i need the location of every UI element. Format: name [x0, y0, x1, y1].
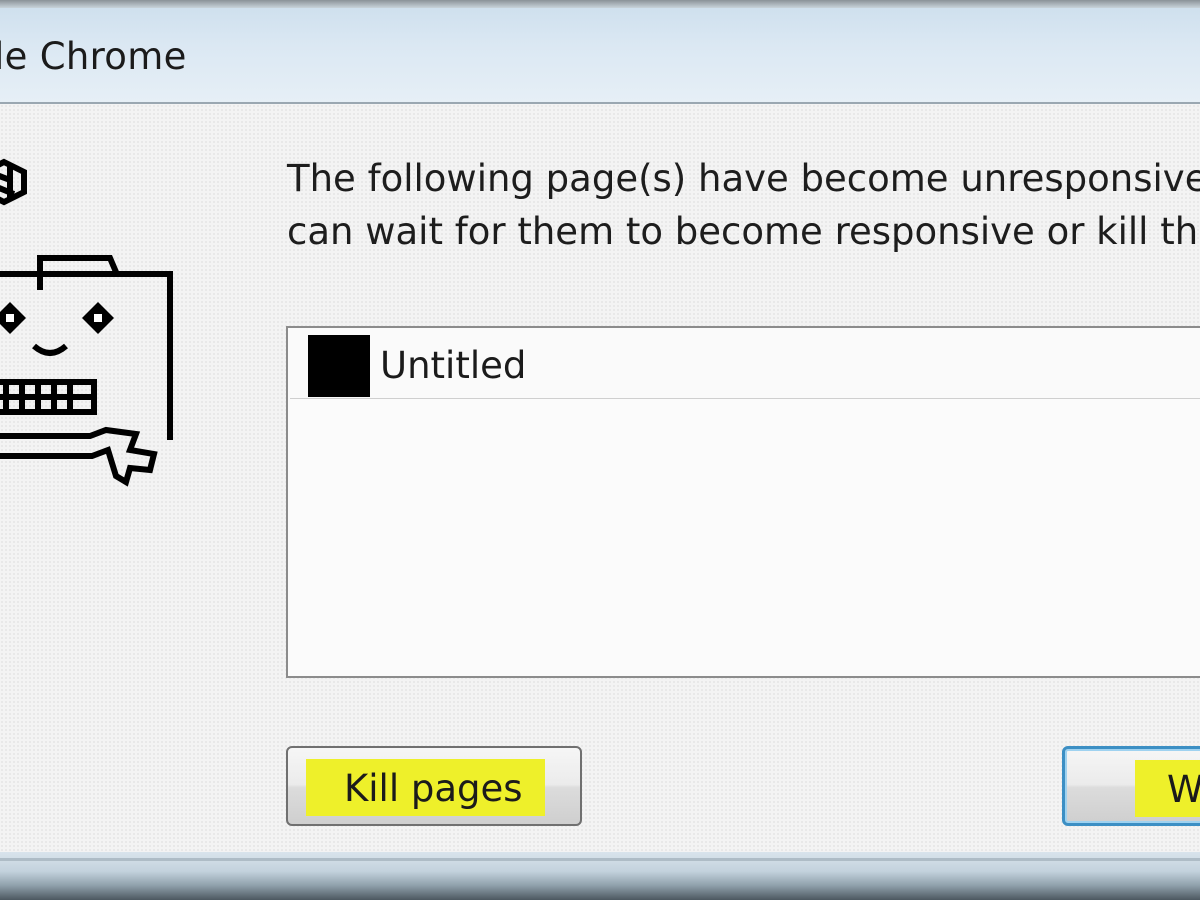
- unresponsive-pages-list[interactable]: Untitled: [286, 326, 1200, 678]
- wait-label: W: [1135, 760, 1200, 817]
- kill-pages-button[interactable]: Kill pages: [286, 746, 582, 826]
- window-title: le Chrome: [0, 35, 187, 78]
- wait-button[interactable]: W: [1062, 746, 1200, 826]
- unresponsive-message: The following page(s) have become unresp…: [287, 152, 1200, 258]
- message-line-2: can wait for them to become responsive o…: [287, 210, 1199, 253]
- window-frame-top: [0, 0, 1200, 8]
- message-line-1: The following page(s) have become unresp…: [287, 157, 1200, 200]
- page-title-label: Untitled: [380, 344, 527, 387]
- title-bar[interactable]: le Chrome: [0, 8, 1200, 104]
- list-item[interactable]: Untitled: [290, 330, 1200, 399]
- frame-divider: [0, 858, 1200, 861]
- page-favicon-icon: [308, 335, 370, 397]
- window-frame-bottom: [0, 852, 1200, 900]
- sad-folder-icon: [0, 158, 173, 487]
- kill-pages-label: Kill pages: [306, 759, 545, 816]
